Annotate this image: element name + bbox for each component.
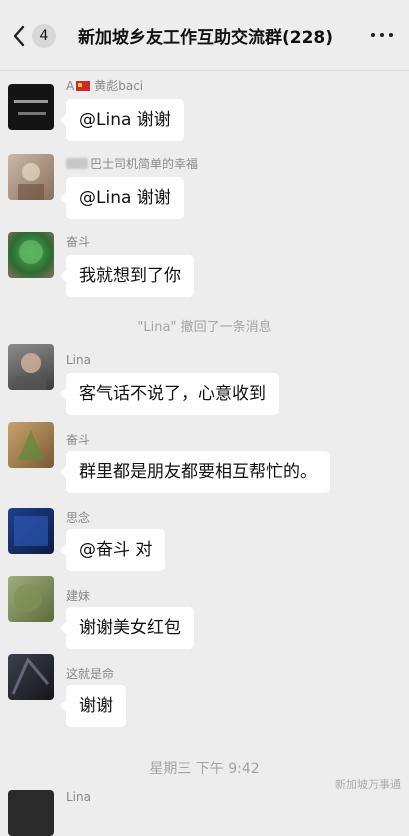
sender-name: 奋斗 bbox=[66, 235, 91, 249]
message-timestamp: 星期三 下午 9:42 bbox=[149, 761, 260, 777]
message-bubble[interactable]: 谢谢美女红包 bbox=[60, 607, 194, 649]
avatar[interactable] bbox=[8, 232, 54, 278]
avatar-image bbox=[14, 100, 48, 115]
avatar[interactable] bbox=[8, 654, 54, 700]
avatar[interactable] bbox=[8, 790, 54, 836]
avatar[interactable] bbox=[8, 422, 54, 468]
message-bubble[interactable]: @Lina 谢谢 bbox=[60, 177, 184, 219]
sender-name: 这就是命 bbox=[66, 667, 115, 681]
avatar-image bbox=[14, 516, 48, 546]
sender-name: 奋斗 bbox=[66, 433, 91, 447]
sender-name: 思念 bbox=[66, 511, 91, 525]
message-bubble[interactable]: 我就想到了你 bbox=[60, 255, 194, 297]
avatar-image bbox=[19, 240, 43, 264]
watermark: 新加坡万事通 bbox=[335, 778, 401, 791]
sender-name: Lina bbox=[66, 790, 91, 804]
recall-notice: "Lina" 撤回了一条消息 bbox=[137, 320, 272, 335]
avatar[interactable] bbox=[8, 576, 54, 622]
flag-icon bbox=[76, 81, 91, 91]
chat-title: 新加坡乡友工作互助交流群(228) bbox=[78, 28, 334, 48]
avatar-image bbox=[11, 657, 50, 695]
avatar-image bbox=[16, 353, 46, 390]
more-options-button[interactable] bbox=[371, 30, 393, 40]
sender-name: 建妹 bbox=[66, 589, 91, 603]
avatar-image bbox=[18, 430, 44, 460]
sender-name: 巴士司机简单的幸福 bbox=[66, 155, 198, 172]
avatar[interactable] bbox=[8, 508, 54, 554]
message-bubble[interactable]: @奋斗 对 bbox=[59, 529, 166, 571]
message-bubble[interactable]: 谢谢 bbox=[60, 685, 126, 727]
chevron-left-icon bbox=[13, 25, 25, 47]
sender-name: A 黄彪baci bbox=[66, 79, 144, 93]
back-button[interactable]: 4 bbox=[12, 22, 62, 50]
avatar[interactable] bbox=[8, 84, 54, 130]
message-bubble[interactable]: 群里都是朋友都要相互帮忙的。 bbox=[60, 451, 330, 493]
dot-icon bbox=[380, 33, 384, 37]
avatar-image bbox=[18, 163, 44, 200]
message-bubble[interactable]: 客气话不说了，心意收到 bbox=[60, 373, 279, 415]
dot-icon bbox=[389, 33, 393, 37]
avatar-image bbox=[14, 584, 42, 612]
unread-count-badge: 4 bbox=[32, 24, 56, 48]
chat-header: 4 新加坡乡友工作互助交流群(228) bbox=[0, 0, 409, 71]
avatar[interactable] bbox=[8, 154, 54, 200]
sender-name: Lina bbox=[66, 353, 91, 367]
avatar[interactable] bbox=[8, 344, 54, 390]
blurred-name-prefix bbox=[66, 158, 88, 169]
dot-icon bbox=[371, 33, 375, 37]
message-bubble[interactable]: @Lina 谢谢 bbox=[60, 99, 184, 141]
